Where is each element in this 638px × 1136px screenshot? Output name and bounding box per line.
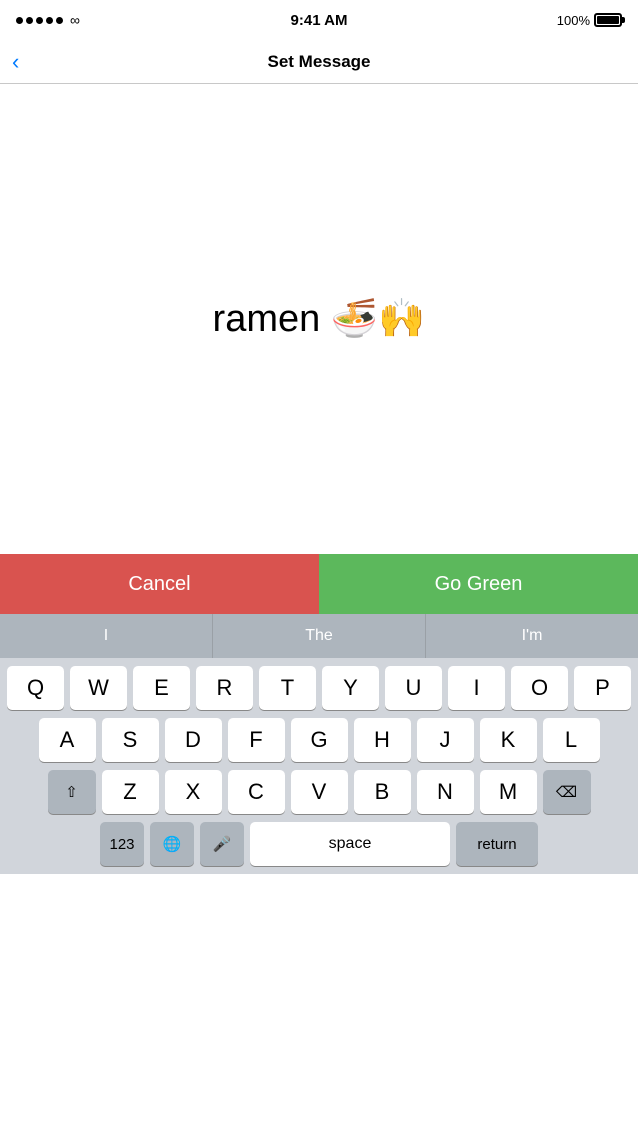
key-t[interactable]: T (259, 666, 316, 710)
space-key[interactable]: space (250, 822, 450, 866)
key-b[interactable]: B (354, 770, 411, 814)
key-l[interactable]: L (543, 718, 600, 762)
key-x[interactable]: X (165, 770, 222, 814)
cancel-button[interactable]: Cancel (0, 554, 319, 614)
action-bar: Cancel Go Green (0, 554, 638, 614)
signal-dot-3 (36, 17, 43, 24)
battery-percent: 100% (557, 13, 590, 28)
wifi-icon: ∞ (70, 12, 80, 28)
signal-dot-4 (46, 17, 53, 24)
delete-key[interactable]: ⌫ (543, 770, 591, 814)
key-row-4: 123 🌐 🎤 space return (3, 822, 635, 866)
key-row-2: A S D F G H J K L (3, 718, 635, 762)
key-c[interactable]: C (228, 770, 285, 814)
key-p[interactable]: P (574, 666, 631, 710)
key-r[interactable]: R (196, 666, 253, 710)
key-w[interactable]: W (70, 666, 127, 710)
key-y[interactable]: Y (322, 666, 379, 710)
key-a[interactable]: A (39, 718, 96, 762)
key-row-1: Q W E R T Y U I O P (3, 666, 635, 710)
key-j[interactable]: J (417, 718, 474, 762)
battery-icon (594, 13, 622, 27)
globe-key[interactable]: 🌐 (150, 822, 194, 866)
key-h[interactable]: H (354, 718, 411, 762)
mic-key[interactable]: 🎤 (200, 822, 244, 866)
signal-area: ∞ (16, 12, 80, 28)
key-g[interactable]: G (291, 718, 348, 762)
key-f[interactable]: F (228, 718, 285, 762)
go-green-button[interactable]: Go Green (319, 554, 638, 614)
signal-dot-1 (16, 17, 23, 24)
battery-area: 100% (557, 13, 622, 28)
key-row-3: ⇧ Z X C V B N M ⌫ (3, 770, 635, 814)
num-key[interactable]: 123 (100, 822, 144, 866)
key-d[interactable]: D (165, 718, 222, 762)
key-e[interactable]: E (133, 666, 190, 710)
autocomplete-bar: I The I'm (0, 614, 638, 658)
key-z[interactable]: Z (102, 770, 159, 814)
battery-fill (597, 16, 619, 24)
status-time: 9:41 AM (291, 12, 348, 29)
key-i[interactable]: I (448, 666, 505, 710)
key-n[interactable]: N (417, 770, 474, 814)
back-button[interactable]: ‹ (12, 51, 19, 73)
key-s[interactable]: S (102, 718, 159, 762)
autocomplete-item-i[interactable]: I (0, 614, 213, 658)
signal-dot-2 (26, 17, 33, 24)
key-m[interactable]: M (480, 770, 537, 814)
autocomplete-item-the[interactable]: The (213, 614, 426, 658)
nav-bar: ‹ Set Message (0, 40, 638, 84)
key-u[interactable]: U (385, 666, 442, 710)
keyboard: Q W E R T Y U I O P A S D F G H J K L ⇧ … (0, 658, 638, 874)
message-text[interactable]: ramen 🍜🙌 (213, 297, 426, 341)
autocomplete-item-im[interactable]: I'm (426, 614, 638, 658)
key-o[interactable]: O (511, 666, 568, 710)
key-k[interactable]: K (480, 718, 537, 762)
key-q[interactable]: Q (7, 666, 64, 710)
message-area: ramen 🍜🙌 (0, 84, 638, 554)
signal-dot-5 (56, 17, 63, 24)
return-key[interactable]: return (456, 822, 538, 866)
key-v[interactable]: V (291, 770, 348, 814)
status-bar: ∞ 9:41 AM 100% (0, 0, 638, 40)
nav-title: Set Message (268, 52, 371, 72)
shift-key[interactable]: ⇧ (48, 770, 96, 814)
